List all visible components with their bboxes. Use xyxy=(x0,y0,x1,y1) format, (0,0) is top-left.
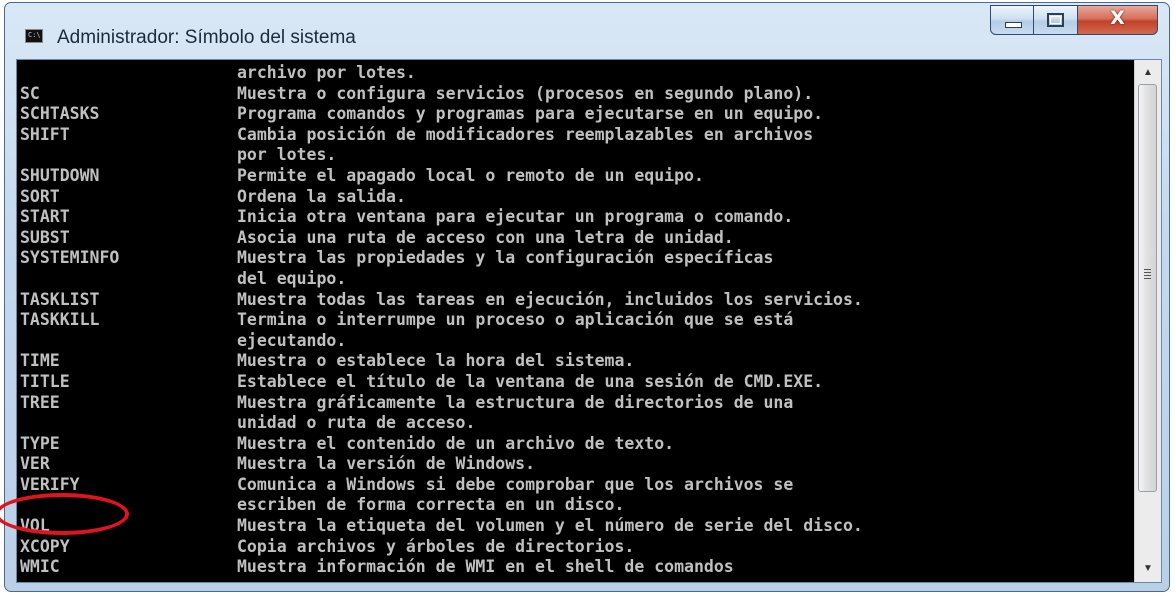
command-description: Muestra el contenido de un archivo de te… xyxy=(237,433,675,453)
console-line: START Inicia otra ventana para ejecutar u… xyxy=(20,207,1132,228)
maximize-icon xyxy=(1047,13,1064,27)
command-description: Muestra las propiedades y la configuraci… xyxy=(237,248,774,268)
command-description: del equipo. xyxy=(237,268,347,288)
console-line: SYSTEMINFO Muestra las propiedades y la c… xyxy=(20,248,1132,269)
console-line: SUBST Asocia una ruta de acceso con una l… xyxy=(20,228,1132,249)
command-description: Muestra información de WMI en el shell d… xyxy=(237,557,734,577)
grip-icon xyxy=(1144,269,1151,281)
command-name: SHUTDOWN xyxy=(20,165,100,185)
close-button[interactable]: X xyxy=(1078,5,1158,35)
console-line: SHIFT Cambia posición de modificadores re… xyxy=(20,125,1132,146)
command-name: VOL xyxy=(20,516,50,536)
console-line: VERIFY Comunica a Windows si debe comprob… xyxy=(20,475,1132,496)
console-line: por lotes. xyxy=(20,145,1132,166)
title-bar[interactable]: C:\ Administrador: Símbolo del sistema X xyxy=(5,3,1169,57)
command-name: SYSTEMINFO xyxy=(20,248,120,268)
console-line: unidad o ruta de acceso. xyxy=(20,413,1132,434)
command-description: Ordena la salida. xyxy=(237,186,406,206)
console-line: TREE Muestra gráficamente la estructura d… xyxy=(20,393,1132,414)
command-name: TITLE xyxy=(20,371,70,391)
window-controls: X xyxy=(990,5,1158,37)
command-name xyxy=(20,63,237,84)
console-line: VER Muestra la versión de Windows. xyxy=(20,454,1132,475)
command-name: XCOPY xyxy=(20,536,70,556)
console-line: SORT Ordena la salida. xyxy=(20,187,1132,208)
window-title: Administrador: Símbolo del sistema xyxy=(57,27,356,48)
command-name: SHIFT xyxy=(20,124,70,144)
scroll-down-arrow-icon[interactable]: ▼ xyxy=(1135,558,1161,580)
command-name xyxy=(20,413,237,434)
command-description: Muestra gráficamente la estructura de di… xyxy=(237,392,794,412)
console-line: TASKLIST Muestra todas las tareas en ejec… xyxy=(20,290,1132,311)
command-description: Permite el apagado local o remoto de un … xyxy=(237,165,704,185)
command-description: Establece el título de la ventana de una… xyxy=(237,371,824,391)
command-description: Programa comandos y programas para ejecu… xyxy=(237,104,824,124)
command-name: TASKKILL xyxy=(20,310,100,330)
console-line: VOL Muestra la etiqueta del volumen y el … xyxy=(20,516,1132,537)
command-name: SORT xyxy=(20,186,60,206)
command-name xyxy=(20,495,237,516)
minimize-icon xyxy=(1005,22,1022,28)
console-line: TYPE Muestra el contenido de un archivo d… xyxy=(20,434,1132,455)
maximize-button[interactable] xyxy=(1034,5,1078,35)
console-line: escriben de forma correcta en un disco. xyxy=(20,495,1132,516)
command-description: Asocia una ruta de acceso con una letra … xyxy=(237,227,734,247)
command-name xyxy=(20,331,237,352)
command-name: START xyxy=(20,207,70,227)
command-name xyxy=(20,145,237,166)
command-name: SC xyxy=(20,83,40,103)
vertical-scrollbar[interactable]: ▲ ▼ xyxy=(1134,60,1161,582)
console-line: archivo por lotes. xyxy=(20,63,1132,84)
cmd-icon-text: C:\ xyxy=(28,31,41,39)
cmd-icon[interactable]: C:\ xyxy=(25,29,43,43)
command-name: SUBST xyxy=(20,227,70,247)
command-name: TASKLIST xyxy=(20,289,100,309)
command-name: WMIC xyxy=(20,557,60,577)
console-line: del equipo. xyxy=(20,269,1132,290)
command-name xyxy=(20,269,237,290)
console-line: TIME Muestra o establece la hora del sist… xyxy=(20,351,1132,372)
minimize-button[interactable] xyxy=(990,5,1034,35)
command-description: Comunica a Windows si debe comprobar que… xyxy=(237,474,794,494)
command-name: TREE xyxy=(20,392,60,412)
command-description: archivo por lotes. xyxy=(237,63,416,82)
console-window: C:\ Administrador: Símbolo del sistema X… xyxy=(0,2,1170,592)
console-output[interactable]: archivo por lotes. SC Muestra o configura … xyxy=(20,63,1132,579)
command-description: Cambia posición de modificadores reempla… xyxy=(237,124,814,144)
command-description: por lotes. xyxy=(237,145,337,165)
console-line: SCHTASKS Programa comandos y programas pa… xyxy=(20,104,1132,125)
console-line: SC Muestra o configura servicios (proceso… xyxy=(20,84,1132,105)
close-icon: X xyxy=(1110,7,1125,29)
command-description: Termina o interrumpe un proceso o aplica… xyxy=(237,310,794,330)
console-line: SHUTDOWN Permite el apagado local o remot… xyxy=(20,166,1132,187)
console-line: TITLE Establece el título de la ventana d… xyxy=(20,372,1132,393)
command-description: Inicia otra ventana para ejecutar un pro… xyxy=(237,207,794,227)
console-area[interactable]: archivo por lotes. SC Muestra o configura … xyxy=(0,59,1162,583)
console-line: XCOPY Copia archivos y árboles de directo… xyxy=(20,537,1132,558)
command-name: VERIFY xyxy=(20,474,80,494)
command-description: escriben de forma correcta en un disco. xyxy=(237,495,625,515)
console-line: ejecutando. xyxy=(20,331,1132,352)
command-description: Muestra todas las tareas en ejecución, i… xyxy=(237,289,863,309)
command-description: unidad o ruta de acceso. xyxy=(237,413,476,433)
command-name: VER xyxy=(20,454,50,474)
command-name: SCHTASKS xyxy=(20,104,100,124)
scroll-thumb[interactable] xyxy=(1138,84,1157,492)
command-description: Muestra o establece la hora del sistema. xyxy=(237,351,635,371)
scroll-up-arrow-icon[interactable]: ▲ xyxy=(1135,62,1161,84)
command-description: Muestra la etiqueta del volumen y el núm… xyxy=(237,516,863,536)
command-description: ejecutando. xyxy=(237,330,347,350)
command-description: Muestra o configura servicios (procesos … xyxy=(237,83,814,103)
command-description: Copia archivos y árboles de directorios. xyxy=(237,536,635,556)
command-name: TYPE xyxy=(20,433,60,453)
command-name: TIME xyxy=(20,351,60,371)
console-line: WMIC Muestra información de WMI en el she… xyxy=(20,557,1132,578)
command-description: Muestra la versión de Windows. xyxy=(237,454,536,474)
console-line: TASKKILL Termina o interrumpe un proceso … xyxy=(20,310,1132,331)
